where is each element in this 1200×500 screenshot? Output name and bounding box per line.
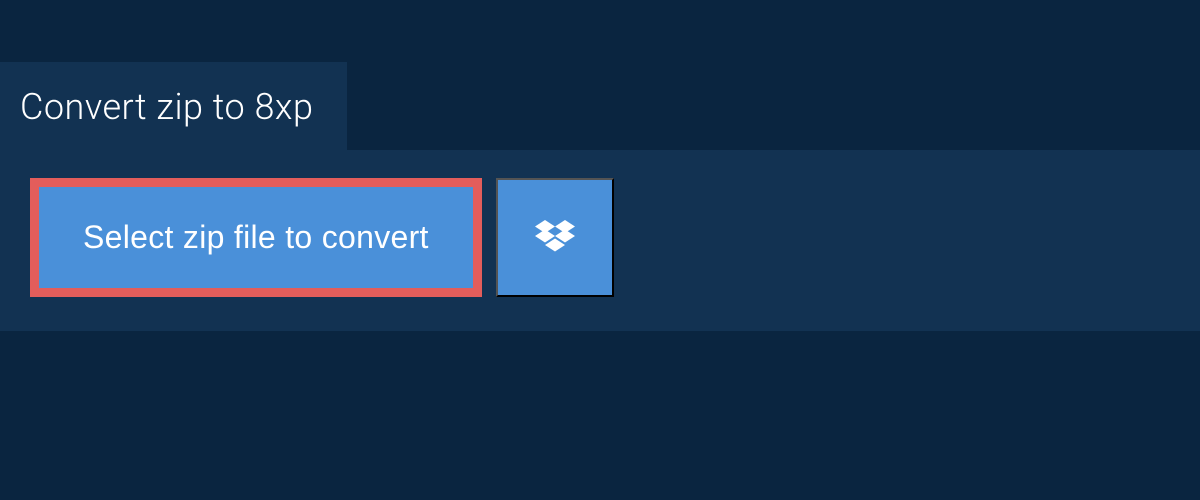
dropbox-button[interactable] xyxy=(496,178,614,297)
page-title-tab: Convert zip to 8xp xyxy=(0,62,347,150)
page-title: Convert zip to 8xp xyxy=(20,86,313,128)
select-file-button[interactable]: Select zip file to convert xyxy=(30,178,482,297)
button-row: Select zip file to convert xyxy=(30,178,1170,297)
dropbox-icon xyxy=(535,220,575,256)
select-file-label: Select zip file to convert xyxy=(83,219,429,255)
upload-panel: Select zip file to convert xyxy=(0,150,1200,331)
